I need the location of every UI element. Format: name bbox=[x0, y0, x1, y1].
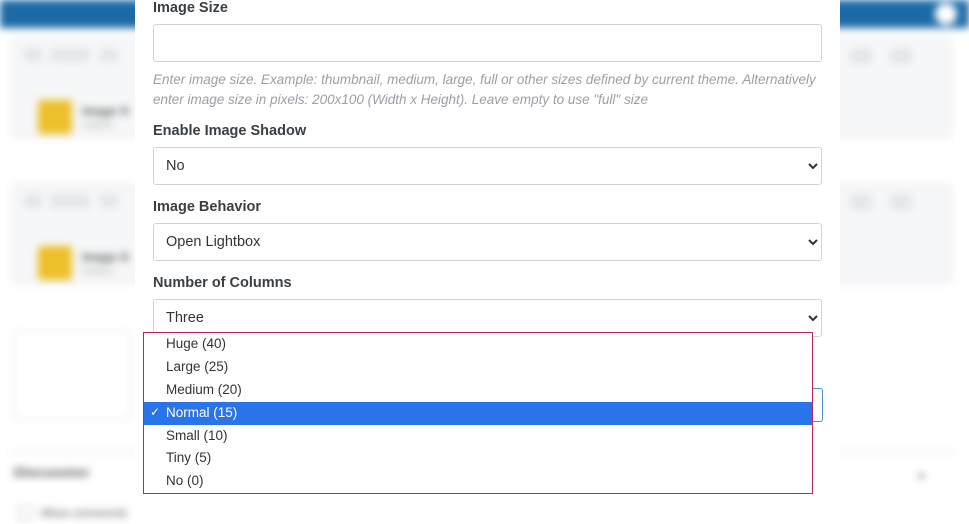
image-size-help: Enter image size. Example: thumbnail, me… bbox=[153, 70, 822, 109]
enable-image-shadow-label: Enable Image Shadow bbox=[153, 123, 822, 139]
gap-option-huge[interactable]: Huge (40) bbox=[144, 333, 812, 356]
image-behavior-select[interactable]: Open Lightbox bbox=[153, 223, 822, 261]
image-behavior-group: Image Behavior Open Lightbox bbox=[153, 199, 822, 261]
gap-option-tiny[interactable]: Tiny (5) bbox=[144, 447, 812, 470]
gap-option-medium[interactable]: Medium (20) bbox=[144, 379, 812, 402]
image-size-label: Image Size bbox=[153, 0, 822, 16]
gap-option-normal[interactable]: Normal (15) bbox=[144, 402, 812, 425]
number-of-columns-group: Number of Columns Three bbox=[153, 275, 822, 337]
number-of-columns-label: Number of Columns bbox=[153, 275, 822, 291]
gap-option-small[interactable]: Small (10) bbox=[144, 425, 812, 448]
gap-option-large[interactable]: Large (25) bbox=[144, 356, 812, 379]
gap-option-no[interactable]: No (0) bbox=[144, 470, 812, 493]
image-size-group: Image Size Enter image size. Example: th… bbox=[153, 0, 822, 109]
enable-image-shadow-group: Enable Image Shadow No bbox=[153, 123, 822, 185]
gap-dropdown: Huge (40) Large (25) Medium (20) Normal … bbox=[143, 332, 813, 494]
enable-image-shadow-select[interactable]: No bbox=[153, 147, 822, 185]
image-behavior-label: Image Behavior bbox=[153, 199, 822, 215]
image-size-input[interactable] bbox=[153, 24, 822, 62]
